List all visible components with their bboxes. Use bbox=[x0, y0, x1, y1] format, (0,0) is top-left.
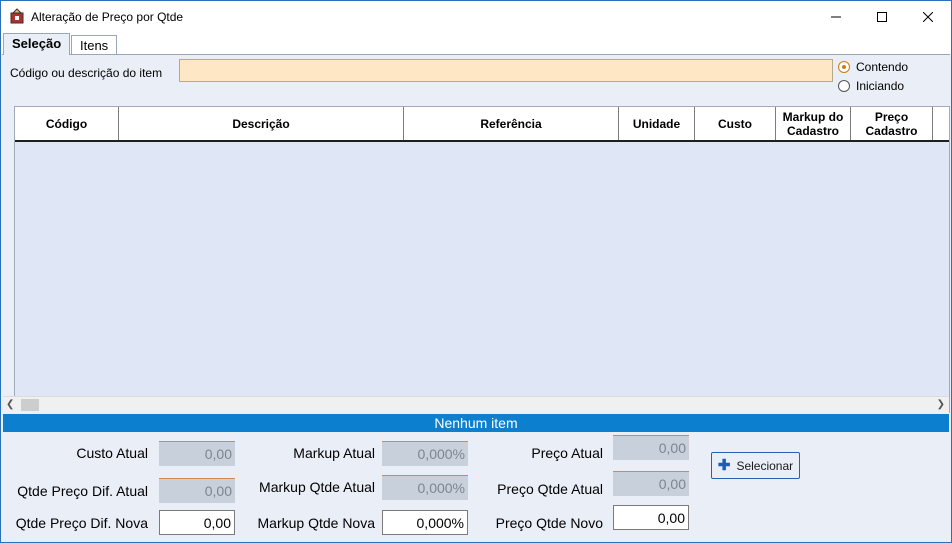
qtde-preco-dif-atual-field: 0,00 bbox=[159, 478, 235, 503]
minimize-icon bbox=[831, 16, 841, 17]
grid-body[interactable] bbox=[15, 142, 949, 397]
column-header-markup-cadastro[interactable]: Markup do Cadastro bbox=[776, 107, 851, 140]
markup-qtde-atual-label: Markup Qtde Atual bbox=[259, 479, 375, 495]
column-header-unidade[interactable]: Unidade bbox=[619, 107, 695, 140]
markup-qtde-nova-input[interactable]: 0,000% bbox=[382, 510, 468, 535]
selecionar-button[interactable]: ✚ Selecionar bbox=[711, 452, 800, 479]
column-header-referencia[interactable]: Referência bbox=[404, 107, 619, 140]
radio-checked-icon bbox=[838, 61, 850, 73]
column-header-preco-cadastro[interactable]: Preço Cadastro bbox=[851, 107, 933, 140]
qtde-preco-dif-nova-input[interactable]: 0,00 bbox=[159, 510, 235, 535]
app-icon bbox=[10, 8, 24, 24]
plus-icon: ✚ bbox=[717, 456, 731, 474]
scroll-left-icon[interactable]: ❮ bbox=[6, 399, 14, 410]
close-button[interactable] bbox=[905, 1, 951, 32]
search-label: Código ou descrição do item bbox=[10, 66, 163, 80]
tab-selecao[interactable]: Seleção bbox=[3, 33, 71, 55]
custo-atual-label: Custo Atual bbox=[76, 445, 148, 461]
maximize-icon bbox=[877, 11, 887, 22]
qtde-preco-dif-atual-label: Qtde Preço Dif. Atual bbox=[17, 483, 148, 499]
preco-qtde-novo-label: Preço Qtde Novo bbox=[495, 515, 603, 531]
qtde-preco-dif-nova-label: Qtde Preço Dif. Nova bbox=[15, 515, 148, 531]
window-title: Alteração de Preço por Qtde bbox=[31, 10, 184, 24]
preco-atual-field: 0,00 bbox=[613, 435, 689, 460]
horizontal-scrollbar[interactable]: ❮ ❯ bbox=[3, 396, 949, 413]
markup-qtde-nova-label: Markup Qtde Nova bbox=[257, 515, 376, 531]
radio-unchecked-icon bbox=[838, 80, 850, 92]
scroll-right-icon[interactable]: ❯ bbox=[937, 399, 945, 410]
tab-strip: Seleção Itens bbox=[1, 32, 951, 55]
close-icon bbox=[923, 11, 933, 22]
preco-qtde-atual-label: Preço Qtde Atual bbox=[497, 481, 603, 497]
preco-qtde-atual-field: 0,00 bbox=[613, 471, 689, 496]
markup-qtde-atual-field: 0,000% bbox=[382, 475, 468, 500]
tab-itens[interactable]: Itens bbox=[71, 35, 118, 55]
grid-status-bar: Nenhum item bbox=[3, 414, 949, 432]
radio-contendo-label: Contendo bbox=[856, 60, 909, 74]
maximize-button[interactable] bbox=[859, 1, 905, 32]
column-header-custo[interactable]: Custo bbox=[695, 107, 776, 140]
selection-panel: Código ou descrição do item Contendo Ini… bbox=[2, 54, 950, 542]
items-grid[interactable]: Código Descrição Referência Unidade Cust… bbox=[14, 106, 950, 413]
preco-atual-label: Preço Atual bbox=[531, 445, 603, 461]
column-header-codigo[interactable]: Código bbox=[15, 107, 119, 140]
markup-atual-field: 0,000% bbox=[382, 441, 468, 466]
markup-atual-label: Markup Atual bbox=[293, 445, 375, 461]
radio-contendo[interactable]: Contendo bbox=[838, 60, 908, 74]
main-window: Alteração de Preço por Qtde Seleção Iten… bbox=[0, 0, 952, 543]
preco-qtde-novo-input[interactable]: 0,00 bbox=[613, 505, 689, 530]
radio-iniciando-label: Iniciando bbox=[856, 79, 905, 93]
radio-iniciando[interactable]: Iniciando bbox=[838, 79, 904, 93]
scroll-thumb[interactable] bbox=[21, 399, 39, 411]
column-header-descricao[interactable]: Descrição bbox=[119, 107, 404, 140]
search-input[interactable] bbox=[179, 59, 833, 82]
minimize-button[interactable] bbox=[813, 1, 859, 32]
title-bar[interactable]: Alteração de Preço por Qtde bbox=[1, 1, 951, 32]
selecionar-label: Selecionar bbox=[736, 458, 794, 473]
custo-atual-field: 0,00 bbox=[159, 441, 235, 466]
grid-header: Código Descrição Referência Unidade Cust… bbox=[15, 107, 949, 142]
